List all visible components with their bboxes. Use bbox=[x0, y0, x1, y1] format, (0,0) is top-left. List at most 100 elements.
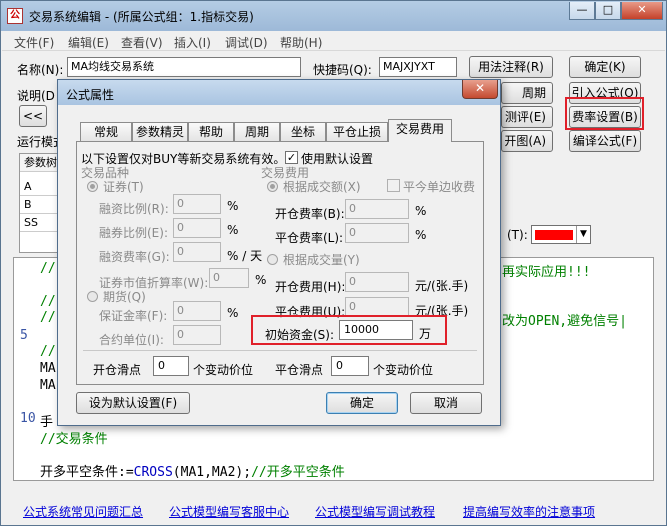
close-rate-label: 平仓费率(L): bbox=[275, 231, 344, 245]
prev-button[interactable]: << bbox=[19, 105, 47, 127]
open-rate-input[interactable]: 0 bbox=[345, 199, 409, 219]
initial-capital-input[interactable]: 10000 bbox=[339, 320, 413, 340]
contract-unit-label: 合约单位(I): bbox=[99, 333, 164, 347]
menu-view[interactable]: 查看(V) bbox=[121, 34, 163, 51]
menu-edit[interactable]: 编辑(E) bbox=[68, 34, 109, 51]
code-line: MA bbox=[40, 378, 56, 393]
code-line-tail: 再实际应用!!! bbox=[502, 265, 591, 280]
securities-label: 证券(T) bbox=[103, 180, 144, 194]
menu-bar: 文件(F) 编辑(E) 查看(V) 插入(I) 调试(D) 帮助(H) bbox=[2, 31, 665, 51]
open-fee-input[interactable]: 0 bbox=[345, 272, 409, 292]
color-label: (T): bbox=[507, 228, 528, 242]
close-single-label: 平今单边收费 bbox=[403, 180, 476, 194]
shortcut-input[interactable]: MAJXJYXT bbox=[379, 57, 457, 77]
open-chart-button[interactable]: 开图(A) bbox=[501, 130, 553, 152]
per-day-unit: % / 天 bbox=[227, 249, 263, 263]
compile-button[interactable]: 编译公式(F) bbox=[569, 130, 641, 152]
by-amount-radio[interactable] bbox=[267, 181, 278, 192]
dialog-ok-button[interactable]: 确定 bbox=[326, 392, 398, 414]
tick-unit: 个变动价位 bbox=[193, 363, 254, 377]
close-slip-input[interactable]: 0 bbox=[331, 356, 369, 376]
close-button[interactable]: ✕ bbox=[621, 2, 663, 20]
period-button[interactable]: 周期 bbox=[501, 82, 553, 104]
line-gutter: 5 10 bbox=[14, 258, 36, 480]
close-fee-label: 平仓费用(U): bbox=[275, 305, 346, 319]
menu-file[interactable]: 文件(F) bbox=[14, 34, 54, 51]
futures-radio[interactable] bbox=[87, 291, 98, 302]
tab-trade-fee[interactable]: 交易费用 bbox=[388, 119, 452, 142]
minimize-button[interactable]: — bbox=[569, 2, 595, 20]
line-number: 10 bbox=[20, 411, 36, 426]
app-icon: 公 bbox=[7, 8, 23, 24]
percent-unit: % bbox=[415, 228, 427, 242]
code-line: // bbox=[40, 261, 56, 276]
margin-ratio-input[interactable]: 0 bbox=[173, 194, 221, 214]
tab-general[interactable]: 常规 bbox=[80, 122, 132, 141]
name-input[interactable]: MA均线交易系统 bbox=[67, 57, 301, 77]
contract-unit-input[interactable]: 0 bbox=[173, 325, 221, 345]
short-ratio-label: 融券比例(E): bbox=[99, 226, 168, 240]
tab-help[interactable]: 帮助 bbox=[188, 122, 234, 141]
review-button[interactable]: 测评(E) bbox=[501, 106, 553, 128]
dialog-title-bar[interactable]: 公式属性 ✕ bbox=[58, 80, 500, 105]
code-line: // bbox=[40, 294, 56, 309]
close-rate-input[interactable]: 0 bbox=[345, 223, 409, 243]
tab-param-wizard[interactable]: 参数精灵 bbox=[132, 122, 188, 141]
financing-rate-input[interactable]: 0 bbox=[173, 242, 221, 262]
footer-link-tips[interactable]: 提高编写效率的注意事项 bbox=[463, 503, 595, 520]
percent-unit: % bbox=[227, 199, 239, 213]
fee-setting-button[interactable]: 费率设置(B) bbox=[569, 106, 641, 128]
code-line: MA bbox=[40, 361, 56, 376]
menu-debug[interactable]: 调试(D) bbox=[225, 34, 268, 51]
code-line: 开多平空条件:=CROSS(MA1,MA2);//开多平空条件 bbox=[40, 465, 345, 480]
window-title: 交易系统编辑 - (所属公式组：1.指标交易) bbox=[29, 10, 254, 24]
dialog-close-button[interactable]: ✕ bbox=[462, 80, 498, 99]
color-picker[interactable]: ▼ bbox=[531, 225, 591, 244]
percent-unit: % bbox=[227, 306, 239, 320]
deposit-ratio-input[interactable]: 0 bbox=[173, 301, 221, 321]
line-number: 5 bbox=[20, 328, 28, 343]
menu-help[interactable]: 帮助(H) bbox=[280, 34, 322, 51]
by-volume-label: 根据成交量(Y) bbox=[283, 253, 360, 267]
market-factor-input[interactable]: 0 bbox=[209, 268, 249, 288]
use-default-checkbox[interactable]: ✓ bbox=[285, 151, 298, 164]
dialog-cancel-button[interactable]: 取消 bbox=[410, 392, 482, 414]
color-swatch bbox=[535, 230, 573, 240]
import-formula-button[interactable]: 引入公式(O) bbox=[569, 82, 641, 104]
close-fee-input[interactable]: 0 bbox=[345, 297, 409, 317]
open-slip-input[interactable]: 0 bbox=[153, 356, 189, 376]
by-volume-radio[interactable] bbox=[267, 254, 278, 265]
financing-rate-label: 融资费率(G): bbox=[99, 250, 170, 264]
trade-fee-panel: 以下设置仅对BUY等新交易系统有效。 ✓ 使用默认设置 交易品种 证券(T) 融… bbox=[76, 141, 484, 385]
close-single-checkbox[interactable] bbox=[387, 179, 400, 192]
fee-unit: 元/(张.手) bbox=[415, 304, 469, 318]
footer-link-service[interactable]: 公式模型编写客服中心 bbox=[169, 503, 289, 520]
percent-unit: % bbox=[255, 273, 267, 287]
open-slip-label: 开仓滑点 bbox=[93, 363, 142, 377]
short-ratio-input[interactable]: 0 bbox=[173, 218, 221, 238]
dialog-title: 公式属性 bbox=[66, 88, 115, 102]
title-bar[interactable]: 公 交易系统编辑 - (所属公式组：1.指标交易) — □ ✕ bbox=[1, 1, 666, 31]
percent-unit: % bbox=[227, 223, 239, 237]
ok-button[interactable]: 确定(K) bbox=[569, 56, 641, 78]
usage-note-button[interactable]: 用法注释(R) bbox=[469, 56, 553, 78]
code-line: //交易条件 bbox=[40, 432, 108, 447]
tab-period[interactable]: 周期 bbox=[234, 122, 280, 141]
use-default-label: 使用默认设置 bbox=[301, 152, 374, 166]
maximize-button[interactable]: □ bbox=[595, 2, 621, 20]
securities-radio[interactable] bbox=[87, 181, 98, 192]
set-default-button[interactable]: 设为默认设置(F) bbox=[76, 392, 190, 414]
menu-insert[interactable]: 插入(I) bbox=[174, 34, 211, 51]
close-slip-label: 平仓滑点 bbox=[275, 363, 324, 377]
chevron-down-icon[interactable]: ▼ bbox=[576, 226, 590, 243]
shortcut-label: 快捷码(Q): bbox=[313, 63, 372, 77]
percent-unit: % bbox=[415, 204, 427, 218]
code-line-tail: 改为OPEN,避免信号| bbox=[502, 314, 627, 329]
footer-link-tutorial[interactable]: 公式模型编写调试教程 bbox=[315, 503, 435, 520]
footer-link-faq[interactable]: 公式系统常见问题汇总 bbox=[23, 503, 143, 520]
divider bbox=[83, 350, 477, 351]
tab-axis[interactable]: 坐标 bbox=[280, 122, 326, 141]
tab-stop-loss[interactable]: 平仓止损 bbox=[326, 122, 388, 141]
deposit-ratio-label: 保证金率(F): bbox=[99, 309, 168, 323]
name-label: 名称(N): bbox=[17, 63, 64, 77]
